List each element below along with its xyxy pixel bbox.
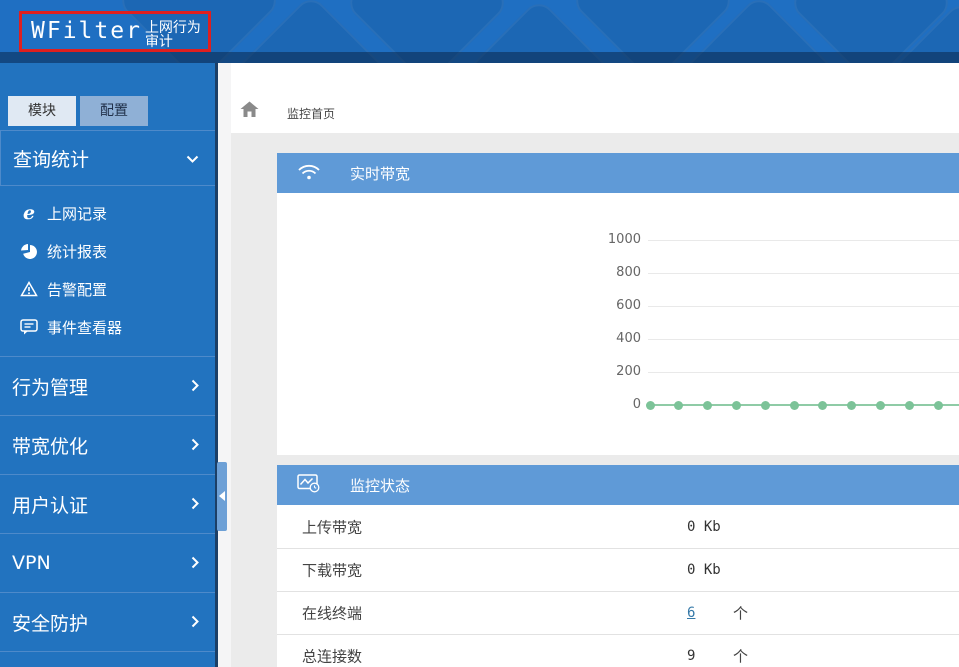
event-bubble-icon	[18, 319, 40, 335]
sidebar-collapse-handle[interactable]	[217, 462, 227, 531]
status-unit: 个	[733, 603, 748, 624]
panel-header-status: 监控状态	[277, 465, 959, 505]
status-row-online-terminals: 在线终端 6 个	[277, 591, 959, 634]
submenu-query-stats: e 上网记录 统计报表	[0, 186, 216, 356]
data-point	[761, 401, 770, 410]
status-table: 上传带宽 0 Kb 下载带宽 0 Kb 在线终端 6 个 总连接数 9	[277, 505, 959, 667]
submenu-item-alert-config[interactable]: 告警配置	[0, 270, 216, 308]
ie-browser-icon: e	[18, 204, 40, 223]
report-chart-icon	[18, 244, 40, 259]
data-point	[674, 401, 683, 410]
data-point	[790, 401, 799, 410]
annotation-highlight-box: WFilter 上网行为审计	[19, 11, 211, 52]
chevron-right-icon	[191, 436, 200, 455]
chevron-right-icon	[191, 554, 200, 573]
menu-label: VPN	[12, 552, 51, 574]
menu-label: 带宽优化	[12, 432, 88, 459]
main-content: 监控首页 实时带宽 1000 800 600 400 200 0	[231, 63, 959, 667]
status-row-total-connections: 总连接数 9 个	[277, 634, 959, 667]
menu-item-vpn[interactable]: VPN	[0, 533, 216, 592]
submenu-item-web-records[interactable]: e 上网记录	[0, 194, 216, 232]
status-label: 上传带宽	[302, 516, 362, 537]
breadcrumb-label[interactable]: 监控首页	[287, 105, 335, 122]
collapse-arrow-icon	[219, 491, 225, 501]
home-icon[interactable]	[240, 101, 259, 122]
data-point	[905, 401, 914, 410]
monitor-chart-icon	[297, 474, 321, 497]
data-point	[732, 401, 741, 410]
gridline	[648, 240, 959, 241]
data-point	[646, 401, 655, 410]
sidebar: 模块 配置 查询统计 e 上网记录	[0, 63, 216, 667]
menu-section-label: 查询统计	[13, 145, 89, 172]
menu-label: 用户认证	[12, 491, 88, 518]
banner-shadow	[0, 52, 959, 63]
status-value: 6	[687, 605, 695, 621]
y-tick-label: 200	[577, 364, 641, 379]
menu-item-user-auth[interactable]: 用户认证	[0, 474, 216, 533]
data-point	[934, 401, 943, 410]
status-label: 在线终端	[302, 603, 362, 624]
gridline	[648, 306, 959, 307]
chevron-right-icon	[191, 495, 200, 514]
menu-item-bandwidth-opt[interactable]: 带宽优化	[0, 415, 216, 474]
chevron-right-icon	[191, 613, 200, 632]
menu-item-security[interactable]: 安全防护	[0, 592, 216, 651]
sidebar-gutter	[218, 63, 231, 667]
product-logo: WFilter	[31, 20, 142, 43]
sidebar-tabs: 模块 配置	[8, 96, 148, 126]
data-point	[876, 401, 885, 410]
submenu-label: 告警配置	[47, 279, 107, 300]
y-tick-label: 1000	[577, 232, 641, 247]
menu-label: 安全防护	[12, 609, 88, 636]
breadcrumb: 监控首页	[231, 63, 959, 133]
submenu-label: 上网记录	[47, 203, 107, 224]
status-label: 总连接数	[302, 646, 362, 667]
panel-title: 实时带宽	[350, 163, 410, 184]
status-value: 0 Kb	[687, 519, 721, 535]
submenu-item-stat-reports[interactable]: 统计报表	[0, 232, 216, 270]
menu-item-system-clipped[interactable]: 系统设置	[0, 651, 216, 667]
menu-item-behavior-mgmt[interactable]: 行为管理	[0, 356, 216, 415]
alert-triangle-icon	[18, 281, 40, 297]
product-subtitle: 上网行为审计	[145, 21, 208, 49]
status-row-upload: 上传带宽 0 Kb	[277, 505, 959, 548]
menu-label: 行为管理	[12, 373, 88, 400]
y-tick-label: 0	[577, 397, 641, 412]
tab-modules[interactable]: 模块	[8, 96, 76, 126]
status-row-download: 下载带宽 0 Kb	[277, 548, 959, 591]
wifi-icon	[297, 162, 321, 184]
y-tick-label: 600	[577, 298, 641, 313]
sidebar-menu: 查询统计 e 上网记录 统计报表	[0, 130, 216, 667]
chevron-down-icon	[186, 149, 199, 168]
top-banner: WFilter 上网行为审计	[0, 0, 959, 63]
panel-header-bandwidth: 实时带宽	[277, 153, 959, 193]
gridline	[648, 372, 959, 373]
panel-title: 监控状态	[350, 475, 410, 496]
submenu-label: 事件查看器	[47, 317, 122, 338]
chevron-right-icon	[191, 377, 200, 396]
tab-config[interactable]: 配置	[80, 96, 148, 126]
status-label: 下载带宽	[302, 560, 362, 581]
panel-realtime-bandwidth: 实时带宽 1000 800 600 400 200 0	[277, 153, 959, 455]
menu-section-query-stats[interactable]: 查询统计	[0, 130, 216, 186]
status-unit: 个	[733, 646, 748, 667]
gridline	[648, 273, 959, 274]
gridline	[648, 339, 959, 340]
submenu-label: 统计报表	[47, 241, 107, 262]
status-value: 0 Kb	[687, 562, 721, 578]
panel-monitor-status: 监控状态 上传带宽 0 Kb 下载带宽 0 Kb 在线终端 6 个	[277, 465, 959, 667]
data-point	[818, 401, 827, 410]
y-tick-label: 400	[577, 331, 641, 346]
app-window: WFilter 上网行为审计 模块 配置 查询统计 e 上网记录	[0, 0, 959, 667]
y-tick-label: 800	[577, 265, 641, 280]
data-point	[703, 401, 712, 410]
status-value: 9	[687, 648, 695, 664]
online-terminals-link[interactable]: 6	[687, 605, 695, 621]
submenu-item-event-viewer[interactable]: 事件查看器	[0, 308, 216, 346]
data-point	[847, 401, 856, 410]
bandwidth-chart: 1000 800 600 400 200 0	[277, 193, 959, 455]
